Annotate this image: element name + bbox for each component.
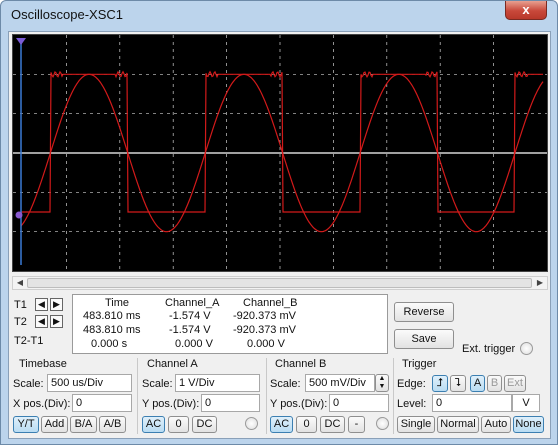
mode-add-button[interactable]: Add (41, 416, 68, 433)
readout-diff-time: 0.000 s (91, 338, 128, 350)
title-bar[interactable]: Oscilloscope-XSC1 x (1, 1, 557, 31)
channel-b-radio[interactable] (376, 417, 389, 430)
trigger-title: Trigger (402, 358, 437, 370)
channel-a-zero-button[interactable]: 0 (168, 416, 189, 433)
scroll-thumb[interactable] (27, 278, 532, 288)
trigger-level-label: Level: (397, 398, 427, 410)
channel-b-scale-spinner[interactable]: ▲ ▼ (375, 374, 389, 392)
channel-b-ypos-field[interactable]: 0 (329, 394, 389, 412)
rising-edge-icon[interactable]: ⮥ (432, 375, 448, 392)
scope-screen[interactable] (12, 34, 548, 272)
mode-yt-button[interactable]: Y/T (13, 416, 39, 433)
mode-ba-button[interactable]: B/A (70, 416, 97, 433)
t1-label: T1 (14, 299, 27, 311)
trigger-normal-button[interactable]: Normal (437, 416, 479, 433)
save-button[interactable]: Save (394, 329, 454, 349)
trigger-single-button[interactable]: Single (397, 416, 435, 433)
channel-a-radio[interactable] (245, 417, 258, 430)
separator (393, 358, 394, 434)
ext-trigger-radio[interactable] (520, 342, 533, 355)
cursor-readout: Time Channel_A Channel_B 483.810 ms -1.5… (72, 294, 388, 354)
trigger-source-a-button[interactable]: A (470, 375, 485, 392)
readout-t1-channel-a: -1.574 V (169, 310, 211, 322)
channel-a-title: Channel A (147, 358, 198, 370)
readout-t1-time: 483.810 ms (83, 310, 141, 322)
channel-b-trace (21, 70, 543, 213)
client-area: ◀ ▶ T1 ◀ ▶ T2 ◀ ▶ T2-T1 Time Channel_A C… (8, 31, 551, 439)
separator (137, 358, 138, 434)
trigger-level-field[interactable]: 0 (432, 394, 512, 412)
channel-b-title: Channel B (275, 358, 327, 370)
readout-header-channel-a: Channel_A (165, 297, 220, 309)
t1-left-icon[interactable]: ◀ (35, 298, 48, 311)
oscilloscope-window: Oscilloscope-XSC1 x ◀ ▶ T1 ◀ ▶ T2 ◀ ▶ T2… (0, 0, 558, 445)
scroll-left-icon[interactable]: ◀ (13, 277, 27, 289)
spinner-up-icon[interactable]: ▲ (379, 375, 386, 382)
channel-a-ypos-field[interactable]: 0 (201, 394, 260, 412)
channel-b-invert-button[interactable]: - (348, 416, 365, 433)
ext-trigger-label: Ext. trigger (462, 343, 516, 355)
grid (13, 35, 547, 271)
channel-a-ac-button[interactable]: AC (142, 416, 165, 433)
t1-right-icon[interactable]: ▶ (50, 298, 63, 311)
trigger-none-button[interactable]: None (513, 416, 544, 433)
channel-a-scale-field[interactable]: 1 V/Div (175, 374, 260, 392)
channel-b-ac-button[interactable]: AC (270, 416, 293, 433)
spinner-down-icon[interactable]: ▼ (379, 383, 386, 390)
mode-ab-button[interactable]: A/B (99, 416, 126, 433)
scroll-right-icon[interactable]: ▶ (533, 277, 547, 289)
channel-b-zero-button[interactable]: 0 (296, 416, 317, 433)
channel-a-dc-button[interactable]: DC (192, 416, 217, 433)
readout-t2-channel-a: -1.574 V (169, 324, 211, 336)
window-title: Oscilloscope-XSC1 (11, 7, 123, 22)
reverse-button[interactable]: Reverse (394, 302, 454, 322)
channel-a-marker[interactable] (15, 211, 23, 219)
trigger-source-b-button[interactable]: B (487, 375, 502, 392)
readout-diff-channel-b: 0.000 V (247, 338, 285, 350)
cursor-t1-marker[interactable] (16, 38, 26, 45)
close-button[interactable]: x (505, 1, 547, 20)
timebase-title: Timebase (19, 358, 67, 370)
trigger-level-unit[interactable]: V (512, 394, 540, 412)
readout-header-time: Time (105, 297, 130, 309)
timebase-xpos-field[interactable]: 0 (72, 394, 132, 412)
scope-display (13, 35, 547, 271)
readout-t2-time: 483.810 ms (83, 324, 141, 336)
channel-b-dc-button[interactable]: DC (320, 416, 345, 433)
close-icon: x (522, 2, 530, 17)
trigger-source-ext-button[interactable]: Ext (504, 375, 526, 392)
falling-edge-icon[interactable]: ⮧ (450, 375, 466, 392)
timebase-scale-field[interactable]: 500 us/Div (47, 374, 132, 392)
t2t1-label: T2-T1 (14, 335, 44, 347)
trigger-auto-button[interactable]: Auto (481, 416, 511, 433)
channel-b-scale-field[interactable]: 500 mV/Div (305, 374, 375, 392)
channel-b-ypos-label: Y pos.(Div): (270, 398, 328, 410)
readout-t2-channel-b: -920.373 mV (233, 324, 296, 336)
t2-left-icon[interactable]: ◀ (35, 315, 48, 328)
t2-right-icon[interactable]: ▶ (50, 315, 63, 328)
t2-label: T2 (14, 316, 27, 328)
channel-a-scale-label: Scale: (142, 378, 173, 390)
readout-diff-channel-a: 0.000 V (175, 338, 213, 350)
timebase-scale-label: Scale: (13, 378, 44, 390)
trigger-edge-label: Edge: (397, 378, 426, 390)
horizontal-scrollbar[interactable]: ◀ ▶ (12, 276, 548, 290)
timebase-xpos-label: X pos.(Div): (13, 398, 71, 410)
readout-header-channel-b: Channel_B (243, 297, 298, 309)
channel-a-ypos-label: Y pos.(Div): (142, 398, 200, 410)
separator (266, 358, 267, 434)
channel-b-scale-label: Scale: (270, 378, 301, 390)
readout-t1-channel-b: -920.373 mV (233, 310, 296, 322)
